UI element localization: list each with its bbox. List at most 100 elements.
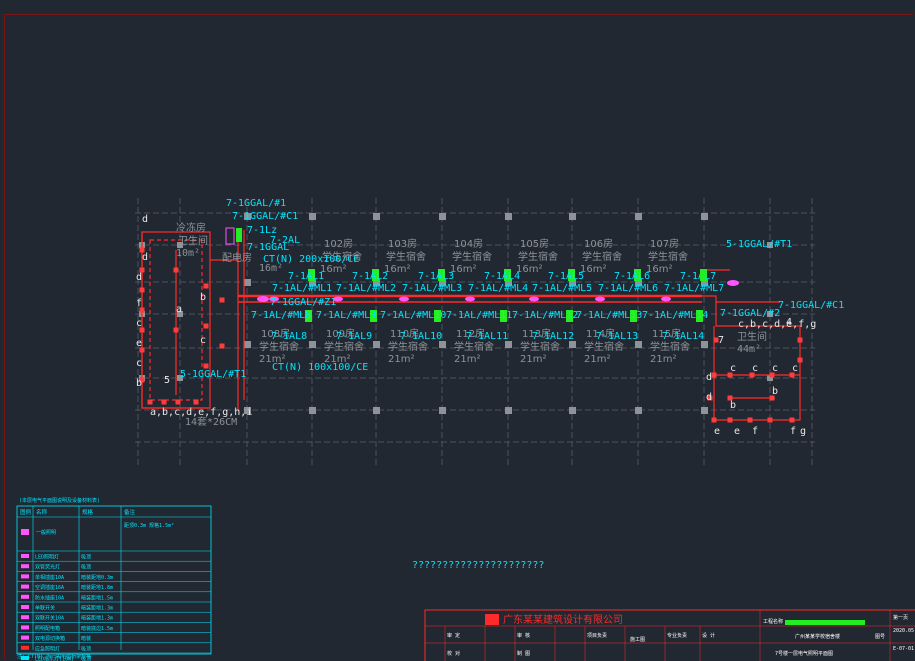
circuit-tag: e: [734, 426, 740, 437]
room-area: 21m²: [454, 354, 480, 365]
room-area: 21m²: [324, 354, 350, 365]
structural-column: [701, 341, 708, 348]
structural-column: [244, 279, 251, 286]
circuit-label: 7-1AL/#ML7: [664, 283, 724, 294]
structural-column: [701, 213, 708, 220]
circuit-label: 7-1AL/#ML13: [576, 310, 642, 321]
panel-label: 7-1AL12: [532, 331, 574, 342]
circuit-tag: 4: [786, 317, 792, 328]
circuit-label: 7-1AL/#ML4: [468, 283, 528, 294]
structural-column: [767, 311, 773, 317]
light-fixture: [797, 357, 803, 363]
circuit-tag: 7: [718, 335, 724, 346]
structural-column: [177, 375, 183, 381]
room-number: 105房: [520, 237, 549, 250]
electrical-floor-plan: 102房学生宿舍16m²103房学生宿舍16m²104房学生宿舍16m²105房…: [135, 198, 815, 465]
panel-label: 7-1AL11: [466, 331, 508, 342]
light-fixture: [203, 363, 209, 369]
circuit-label: 7-1AL/#ML8: [251, 310, 311, 321]
room-area: 21m²: [388, 354, 414, 365]
room-number: 104房: [454, 237, 483, 250]
structural-column: [701, 407, 708, 414]
panel-label: 7-1AL3: [418, 271, 454, 282]
circuit-label: 7-1AL/#ML9: [316, 310, 376, 321]
light-fixture: [711, 417, 717, 423]
circuit-tag: c: [136, 318, 142, 329]
structural-column: [505, 407, 512, 414]
distribution-panel: [700, 269, 706, 281]
structural-column: [635, 407, 642, 414]
structural-column: [244, 407, 251, 414]
structural-column: [505, 213, 512, 220]
light-fixture: [173, 327, 179, 333]
circuit-label: 7-1AL/#ML10: [380, 310, 446, 321]
room-name: 学生宿舍: [648, 250, 688, 263]
structural-column: [373, 213, 380, 220]
panel-label: 7-1AL9: [336, 331, 372, 342]
panel-label: 7-1AL5: [548, 271, 584, 282]
panel-label: 7-1AL2: [352, 271, 388, 282]
structural-column: [767, 242, 773, 248]
junction-fixture: [661, 296, 671, 302]
circuit-tag: e: [136, 338, 142, 349]
circuit-label: 7-1AL/#ML3: [402, 283, 462, 294]
circuit-tag: c: [772, 363, 778, 374]
circuit-tag: d: [136, 272, 142, 283]
junction-fixture: [269, 296, 279, 302]
light-fixture: [747, 417, 753, 423]
panel-label: 7-1AL1: [288, 271, 324, 282]
structural-column: [309, 213, 316, 220]
cad-viewport[interactable]: 102房 学生宿舍 16m² 103房 学生宿舍 16m² 104房 学生宿舍 16m² 105房…: [0, 0, 915, 661]
main-switchboard: [225, 227, 235, 245]
structural-column: [373, 407, 380, 414]
room-name: 学生宿舍: [386, 250, 426, 263]
light-fixture: [219, 297, 225, 303]
structural-column: [309, 407, 316, 414]
structural-column: [439, 407, 446, 414]
circuit-tag: b: [730, 400, 736, 411]
circuit-tag: c: [752, 363, 758, 374]
structural-column: [569, 213, 576, 220]
light-fixture: [203, 323, 209, 329]
light-fixture: [139, 287, 145, 293]
circuit-label: 7-1AL/#ML5: [532, 283, 592, 294]
structural-column: [635, 213, 642, 220]
room-name: 学生宿舍: [582, 250, 622, 263]
room-name: 学生宿舍: [322, 250, 362, 263]
room-name: 学生宿舍: [452, 250, 492, 263]
circuit-label: 7-1AL/#ML14: [642, 310, 708, 321]
structural-column: [244, 213, 251, 220]
junction-fixture: [529, 296, 539, 302]
structural-column: [177, 242, 183, 248]
room-area: 21m²: [520, 354, 546, 365]
circuit-tag: f: [752, 426, 758, 437]
light-fixture: [219, 343, 225, 349]
panel-label: 7-1AL13: [596, 331, 638, 342]
circuit-tag: d: [706, 392, 712, 403]
circuit-tag: 5: [164, 375, 170, 386]
light-fixture: [193, 399, 199, 405]
junction-fixture: [465, 296, 475, 302]
room-number: 106房: [584, 237, 613, 250]
light-fixture: [173, 267, 179, 273]
room-number: 103房: [388, 237, 417, 250]
circuit-label: 7-1AL/#ML12: [512, 310, 578, 321]
circuit-tag: d: [706, 372, 712, 383]
light-fixture: [203, 283, 209, 289]
circuit-tag: f: [790, 426, 796, 437]
structural-column: [569, 341, 576, 348]
room-area: 21m²: [650, 354, 676, 365]
junction-fixture: [333, 296, 343, 302]
light-fixture: [175, 399, 181, 405]
circuit-tag: c: [730, 363, 736, 374]
structural-column: [505, 341, 512, 348]
structural-column: [635, 341, 642, 348]
structural-column: [439, 213, 446, 220]
light-fixture: [797, 337, 803, 343]
panel-label: 7-1AL4: [484, 271, 520, 282]
room-number: 107房: [650, 237, 679, 250]
circuit-label: 7-1AL/#ML11: [446, 310, 512, 321]
circuit-tag: b: [136, 378, 142, 389]
junction-fixture: [257, 296, 269, 302]
circuit-tag: g: [800, 426, 806, 437]
